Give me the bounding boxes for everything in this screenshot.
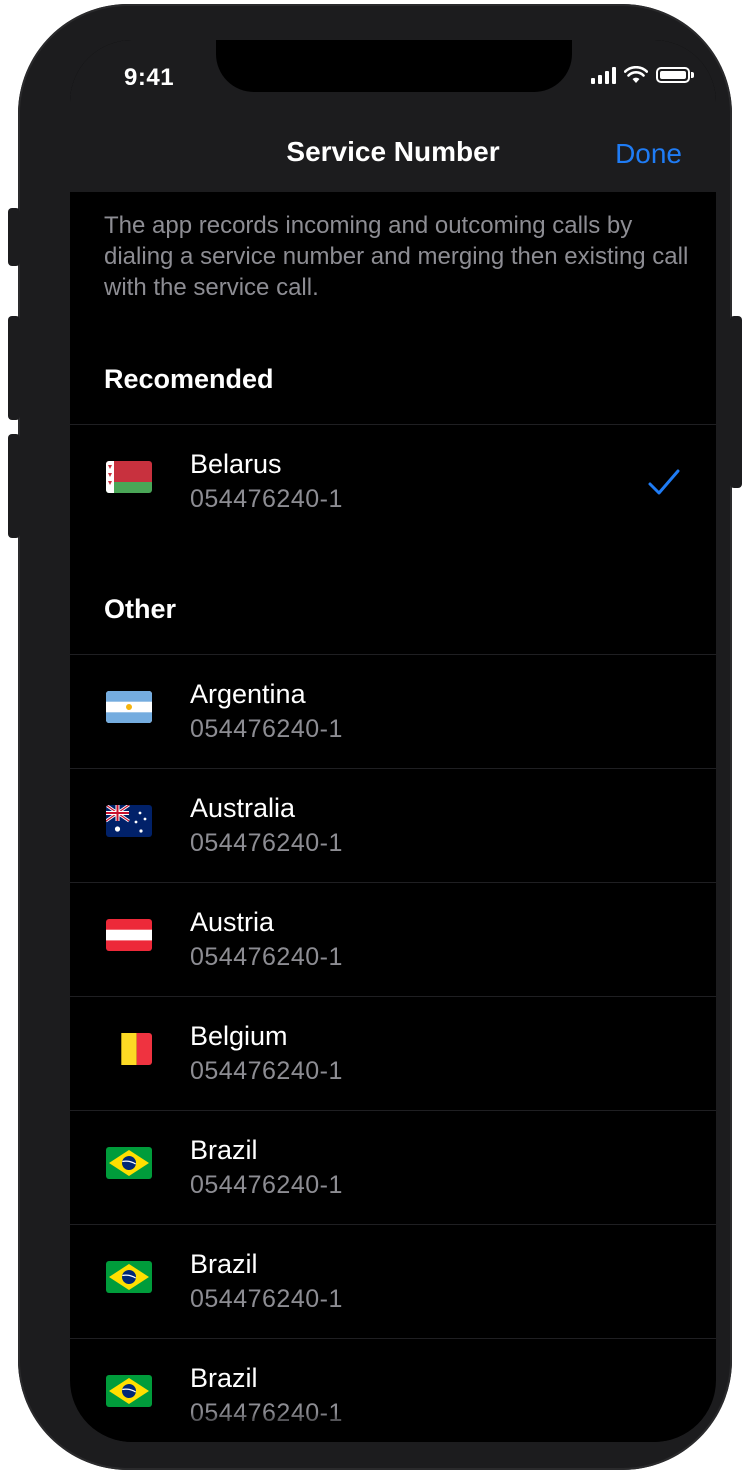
argentina-flag-icon xyxy=(106,691,152,723)
list-item-belarus[interactable]: Belarus 054476240-1 xyxy=(70,424,716,538)
navigation-bar: Service Number Done xyxy=(70,116,716,192)
screen: 9:41 Service Number Done The app records… xyxy=(70,40,716,1442)
australia-flag-icon xyxy=(106,805,152,837)
power-button xyxy=(730,316,742,488)
service-number: 054476240-1 xyxy=(190,1285,343,1313)
status-time: 9:41 xyxy=(124,64,175,91)
list-item-belgium[interactable]: Belgium 054476240-1 xyxy=(70,996,716,1110)
volume-up-button xyxy=(8,316,20,420)
service-number: 054476240-1 xyxy=(190,485,343,513)
belarus-flag-icon xyxy=(106,461,152,493)
list-item-australia[interactable]: Australia 054476240-1 xyxy=(70,768,716,882)
cellular-signal-icon xyxy=(591,66,616,84)
belgium-flag-icon xyxy=(106,1033,152,1065)
list-item-argentina[interactable]: Argentina 054476240-1 xyxy=(70,654,716,768)
done-button[interactable]: Done xyxy=(615,138,682,170)
country-name: Belarus xyxy=(190,449,282,479)
service-number: 054476240-1 xyxy=(190,943,343,971)
country-name: Brazil xyxy=(190,1249,258,1279)
battery-icon xyxy=(656,67,694,83)
service-number: 054476240-1 xyxy=(190,1057,343,1085)
brazil-flag-icon xyxy=(106,1261,152,1293)
description-text: The app records incoming and outcoming c… xyxy=(104,212,689,301)
service-number: 054476240-1 xyxy=(190,1171,343,1199)
brazil-flag-icon xyxy=(106,1147,152,1179)
list-item-austria[interactable]: Austria 054476240-1 xyxy=(70,882,716,996)
country-name: Australia xyxy=(190,793,296,823)
wifi-icon xyxy=(624,66,648,83)
country-name: Argentina xyxy=(190,679,306,709)
checkmark-icon xyxy=(648,469,680,495)
section-header-recommended: Recomended xyxy=(104,364,274,394)
phone-frame: 9:41 Service Number Done The app records… xyxy=(8,4,742,1470)
service-number: 054476240-1 xyxy=(190,715,343,743)
scroll-fade xyxy=(70,1412,716,1442)
status-icons xyxy=(591,66,694,84)
section-header-other: Other xyxy=(104,594,177,624)
brazil-flag-icon xyxy=(106,1375,152,1407)
country-name: Belgium xyxy=(190,1021,288,1051)
country-name: Brazil xyxy=(190,1363,258,1393)
country-name: Brazil xyxy=(190,1135,258,1165)
mute-switch xyxy=(8,208,20,266)
country-name: Austria xyxy=(190,907,275,937)
volume-down-button xyxy=(8,434,20,538)
notch xyxy=(216,40,572,92)
list-item-brazil[interactable]: Brazil 054476240-1 xyxy=(70,1224,716,1338)
service-number: 054476240-1 xyxy=(190,829,343,857)
austria-flag-icon xyxy=(106,919,152,951)
list-item-brazil[interactable]: Brazil 054476240-1 xyxy=(70,1110,716,1224)
status-bar: 9:41 xyxy=(70,40,716,116)
